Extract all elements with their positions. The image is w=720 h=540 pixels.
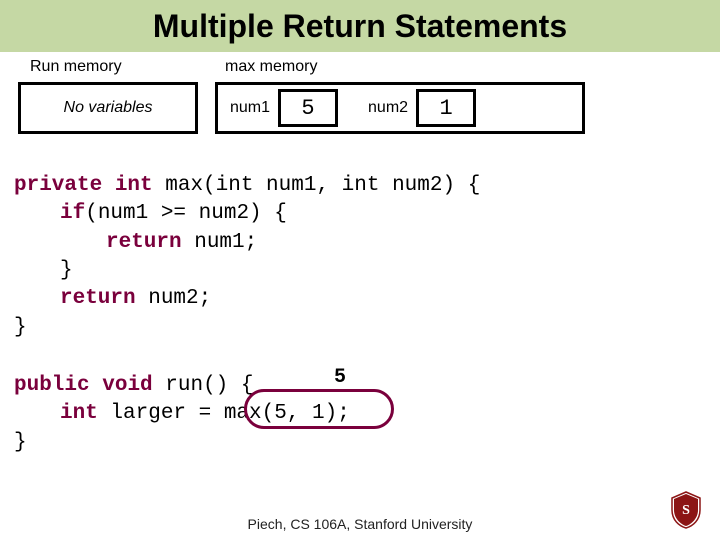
kw-void: void xyxy=(102,374,152,397)
code-area: private int max(int num1, int num2) { if… xyxy=(0,172,720,457)
code-line-5: return num2; xyxy=(14,285,720,313)
kw-int-1: int xyxy=(115,174,153,197)
max-memory-box: num1 5 num2 1 xyxy=(215,82,585,134)
footer-text: Piech, CS 106A, Stanford University xyxy=(0,516,720,532)
code-line-9: } xyxy=(14,429,720,457)
callout-value: 5 xyxy=(334,364,346,391)
var-num1: num1 5 xyxy=(230,89,338,127)
memory-area: Run memory max memory No variables num1 … xyxy=(0,52,720,172)
var-num1-value: 5 xyxy=(278,89,338,127)
call-highlight-circle xyxy=(244,389,394,429)
ret1: num1; xyxy=(182,231,258,254)
code-line-4: } xyxy=(14,257,720,285)
code-block-2: 5 public void run() { int larger = max(5… xyxy=(14,372,720,457)
var-num2: num2 1 xyxy=(368,89,476,127)
kw-return-1: return xyxy=(106,231,182,254)
var-num1-name: num1 xyxy=(230,99,270,117)
run-memory-label: Run memory xyxy=(30,58,122,76)
slide-title: Multiple Return Statements xyxy=(153,8,567,45)
max-memory-label: max memory xyxy=(225,58,317,76)
ret2: num2; xyxy=(136,287,212,310)
stanford-logo-icon: S xyxy=(666,490,706,530)
code-line-3: return num1; xyxy=(14,229,720,257)
kw-int-2: int xyxy=(60,402,98,425)
sig1-rest: max(int num1, int num2) { xyxy=(153,174,481,197)
kw-public: public xyxy=(14,374,90,397)
code-line-1: private int max(int num1, int num2) { xyxy=(14,172,720,200)
kw-private: private xyxy=(14,174,102,197)
no-variables-text: No variables xyxy=(64,99,153,117)
run-memory-box: No variables xyxy=(18,82,198,134)
var-num2-name: num2 xyxy=(368,99,408,117)
var-num2-value: 1 xyxy=(416,89,476,127)
svg-text:S: S xyxy=(682,503,690,518)
if-cond: (num1 >= num2) { xyxy=(85,202,287,225)
kw-return-2: return xyxy=(60,287,136,310)
code-line-2: if(num1 >= num2) { xyxy=(14,200,720,228)
kw-if: if xyxy=(60,202,85,225)
title-band: Multiple Return Statements xyxy=(0,0,720,52)
sig2-rest: run() { xyxy=(153,374,254,397)
code-line-6: } xyxy=(14,314,720,342)
